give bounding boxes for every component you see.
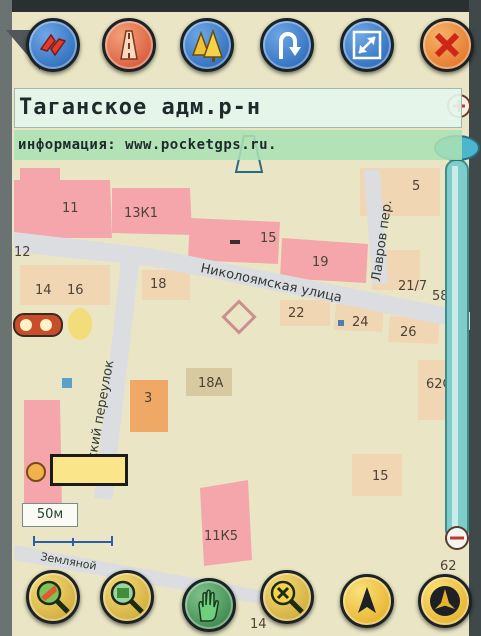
pan-button[interactable]: [182, 578, 236, 632]
location-title: Таганское адм.р-н: [14, 88, 462, 128]
house-number: 14: [35, 283, 52, 298]
map-app: Николоямская улица ский переулок Лавров …: [0, 0, 481, 636]
house-number: 24: [352, 315, 369, 330]
house-number: 16: [67, 283, 84, 298]
zoom-cancel-button[interactable]: [260, 570, 314, 624]
zoom-window-button[interactable]: [100, 570, 154, 624]
left-frame: [0, 0, 12, 636]
zoom-area-button[interactable]: [26, 570, 80, 624]
top-frame: [0, 0, 481, 12]
close-icon: [434, 32, 460, 58]
house-number: 14: [250, 617, 267, 632]
north-arrow-icon: [358, 587, 376, 613]
route-arrows-icon: [39, 33, 67, 57]
building: [20, 265, 110, 305]
hand-cursor-icon: [26, 462, 46, 482]
zoom-track-shine: [452, 166, 458, 534]
house-number: 26: [400, 325, 417, 340]
zoom-cancel-icon: [270, 580, 304, 614]
forest-icon: [191, 28, 224, 62]
poi-blob: [68, 308, 92, 340]
u-turn-icon: [279, 32, 301, 59]
house-number: 12: [14, 245, 31, 260]
right-frame: [469, 0, 481, 636]
road-icon: [120, 30, 138, 60]
north-button[interactable]: [340, 574, 394, 628]
resize-icon: [352, 30, 382, 60]
u-turn-button[interactable]: [260, 18, 314, 72]
house-number: 15: [260, 231, 277, 246]
vehicle-wheel: [40, 319, 52, 331]
house-number: 11К5: [204, 529, 238, 544]
poi-marker: [62, 378, 72, 388]
forest-button[interactable]: [180, 18, 234, 72]
zoom-window-icon: [110, 580, 144, 614]
vehicle-wheel: [20, 319, 32, 331]
resize-button[interactable]: [340, 18, 394, 72]
house-number: 21/7: [398, 279, 427, 294]
house-number: 3: [144, 391, 152, 406]
house-number: 18А: [198, 376, 224, 391]
input-box[interactable]: [50, 454, 128, 486]
scale-label: 50м: [22, 503, 78, 527]
poi-marker: [230, 240, 240, 244]
house-number: 62: [440, 559, 457, 574]
zoom-area-icon: [36, 580, 70, 614]
house-number: 13К1: [124, 206, 158, 221]
close-button[interactable]: [420, 18, 474, 72]
building: [20, 168, 60, 180]
compass-icon: [430, 586, 460, 616]
route-button[interactable]: [26, 18, 80, 72]
house-number: 5: [412, 179, 420, 194]
road-button[interactable]: [102, 18, 156, 72]
compass-button[interactable]: [418, 574, 472, 628]
info-line: информация: www.pocketgps.ru.: [14, 130, 462, 160]
house-number: 18: [150, 277, 167, 292]
house-number: 19: [312, 255, 329, 270]
hand-pan-icon: [198, 589, 219, 622]
house-number: 22: [288, 306, 305, 321]
building: [130, 380, 168, 432]
house-number: 11: [62, 201, 79, 216]
poi-marker: [338, 320, 344, 326]
house-number: 15: [372, 469, 389, 484]
building: [200, 480, 252, 566]
